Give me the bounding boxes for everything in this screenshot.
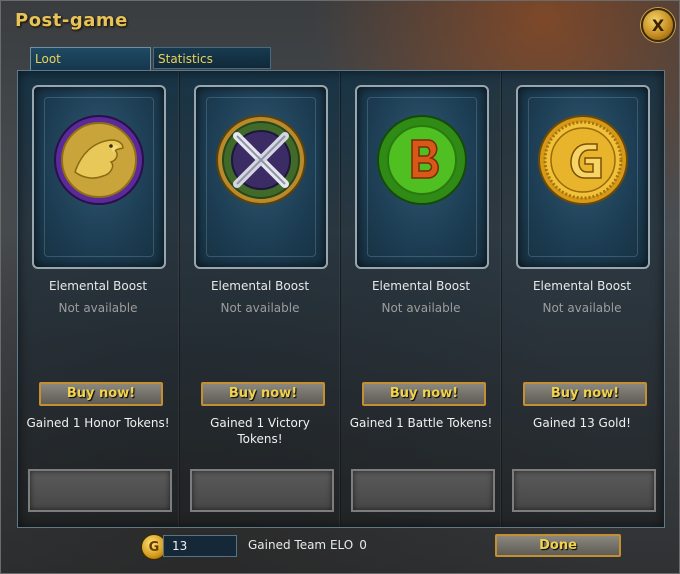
item-name: Elemental Boost — [532, 279, 632, 293]
reward-card — [355, 85, 489, 269]
team-elo-label: Gained Team ELO 0 — [248, 538, 367, 552]
loot-column: Elemental Boost Not available Buy now! G… — [340, 71, 500, 527]
loot-panel: Elemental Boost Not available Buy now! G… — [17, 70, 665, 528]
tab-loot[interactable]: Loot — [30, 47, 151, 72]
buy-now-button[interactable]: Buy now! — [362, 382, 486, 406]
done-button[interactable]: Done — [495, 534, 621, 557]
gain-text: Gained 1 Victory Tokens! — [210, 416, 310, 446]
gain-text: Gained 1 Battle Tokens! — [349, 416, 493, 430]
buy-now-button[interactable]: Buy now! — [523, 382, 647, 406]
team-elo-value: 0 — [359, 538, 367, 552]
honor-eagle-medal-icon — [54, 115, 144, 205]
reward-slot — [28, 469, 172, 512]
reward-card — [32, 85, 166, 269]
reward-card — [194, 85, 328, 269]
item-name: Elemental Boost — [210, 279, 310, 293]
close-icon: X — [651, 15, 665, 35]
gold-amount-field: 13 — [163, 535, 237, 557]
team-elo-text: Gained Team ELO — [248, 538, 354, 552]
loot-column: Elemental Boost Not available Buy now! G… — [501, 71, 661, 527]
gain-text: Gained 13 Gold! — [533, 416, 631, 430]
reward-card — [516, 85, 650, 269]
item-status: Not available — [58, 301, 138, 315]
victory-crossed-swords-medal-icon — [216, 115, 306, 205]
buy-now-button[interactable]: Buy now! — [39, 382, 163, 406]
item-status: Not available — [220, 301, 300, 315]
item-status: Not available — [542, 301, 622, 315]
window-title: Post-game — [15, 10, 128, 31]
buy-now-button[interactable]: Buy now! — [201, 382, 325, 406]
battle-token-b-medal-icon — [377, 115, 467, 205]
gold-coin-g-medal-icon — [538, 115, 628, 205]
item-name: Elemental Boost — [371, 279, 471, 293]
close-button[interactable]: X — [641, 8, 675, 42]
tab-statistics[interactable]: Statistics — [153, 47, 271, 69]
reward-slot — [512, 469, 656, 512]
loot-column: Elemental Boost Not available Buy now! G… — [179, 71, 339, 527]
reward-slot — [351, 469, 495, 512]
loot-column: Elemental Boost Not available Buy now! G… — [18, 71, 178, 527]
post-game-window: Post-game X Loot Statistics Elemental Bo… — [0, 0, 680, 574]
item-name: Elemental Boost — [48, 279, 148, 293]
item-status: Not available — [381, 301, 461, 315]
reward-slot — [190, 469, 334, 512]
gain-text: Gained 1 Honor Tokens! — [26, 416, 170, 430]
